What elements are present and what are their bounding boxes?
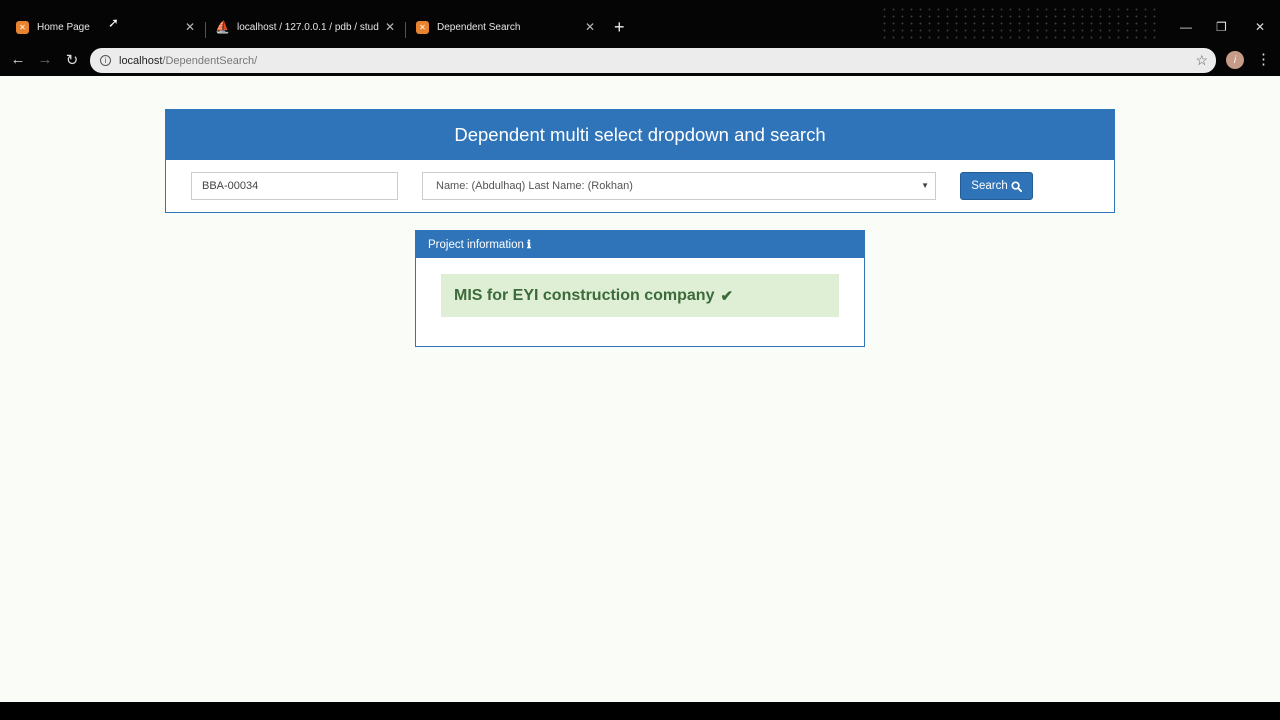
project-info-heading: Project information ℹ	[416, 231, 864, 258]
tab-phpmyadmin[interactable]: ⛵ localhost / 127.0.0.1 / pdb / stud ✕	[200, 8, 405, 46]
xampp-icon: ✕	[416, 20, 429, 34]
page-viewport: Dependent multi select dropdown and sear…	[0, 76, 1280, 702]
caret-down-icon: ▼	[921, 181, 929, 190]
background-decoration	[880, 6, 1160, 40]
minimize-icon[interactable]: —	[1180, 20, 1192, 34]
browser-menu-icon[interactable]: ⋮	[1256, 50, 1271, 68]
info-icon: ℹ	[526, 239, 532, 251]
selected-name: Name: (Abdulhaq) Last Name: (Rokhan)	[436, 180, 633, 192]
search-button-label: Search	[971, 180, 1008, 192]
close-icon[interactable]: ✕	[385, 20, 395, 34]
tab-dependent-search[interactable]: ✕ Dependent Search ✕	[400, 8, 605, 46]
search-icon	[1011, 180, 1022, 192]
forward-arrow-icon[interactable]: →	[35, 51, 55, 68]
xampp-icon: ✕	[16, 20, 29, 34]
profile-avatar[interactable]: i	[1226, 51, 1244, 69]
tab-title: Dependent Search	[437, 21, 521, 33]
site-info-icon[interactable]: i	[100, 55, 111, 66]
search-button[interactable]: Search	[960, 172, 1033, 200]
name-select-dropdown[interactable]: Name: (Abdulhaq) Last Name: (Rokhan) ▼	[422, 172, 936, 200]
bookmark-star-icon[interactable]: ☆	[1195, 52, 1208, 69]
reload-icon[interactable]: ↻	[62, 51, 82, 69]
browser-tabstrip: ✕ Home Page ✕ ⛵ localhost / 127.0.0.1 / …	[0, 0, 1280, 46]
tab-home-page[interactable]: ✕ Home Page ✕	[0, 8, 205, 46]
search-panel: Dependent multi select dropdown and sear…	[165, 109, 1115, 213]
tab-title: localhost / 127.0.0.1 / pdb / stud	[237, 21, 379, 33]
restore-icon[interactable]: ❐	[1216, 20, 1227, 34]
back-arrow-icon[interactable]: ←	[8, 51, 28, 68]
student-id-input[interactable]	[191, 172, 398, 200]
close-icon[interactable]: ✕	[185, 20, 195, 34]
check-icon: ✔	[720, 287, 734, 305]
close-icon[interactable]: ✕	[585, 20, 595, 34]
bottom-bar	[0, 702, 1280, 720]
search-panel-title: Dependent multi select dropdown and sear…	[166, 110, 1114, 160]
project-info-title: Project information	[428, 238, 524, 251]
url-host: localhost	[119, 54, 163, 67]
project-name-alert: MIS for EYI construction company ✔	[441, 274, 839, 317]
address-bar[interactable]: i localhost/DependentSearch/ ☆	[90, 48, 1216, 73]
project-name: MIS for EYI construction company	[454, 286, 715, 304]
mouse-cursor-icon: ➚	[108, 15, 119, 30]
new-tab-icon[interactable]: +	[614, 18, 625, 36]
browser-toolbar: ← → ↻ i localhost/DependentSearch/ ☆ i ⋮	[0, 46, 1280, 76]
phpmyadmin-icon: ⛵	[215, 20, 230, 34]
window-close-icon[interactable]: ✕	[1255, 20, 1265, 34]
project-info-panel: Project information ℹ MIS for EYI constr…	[415, 230, 865, 347]
url-path: /DependentSearch/	[162, 54, 258, 67]
